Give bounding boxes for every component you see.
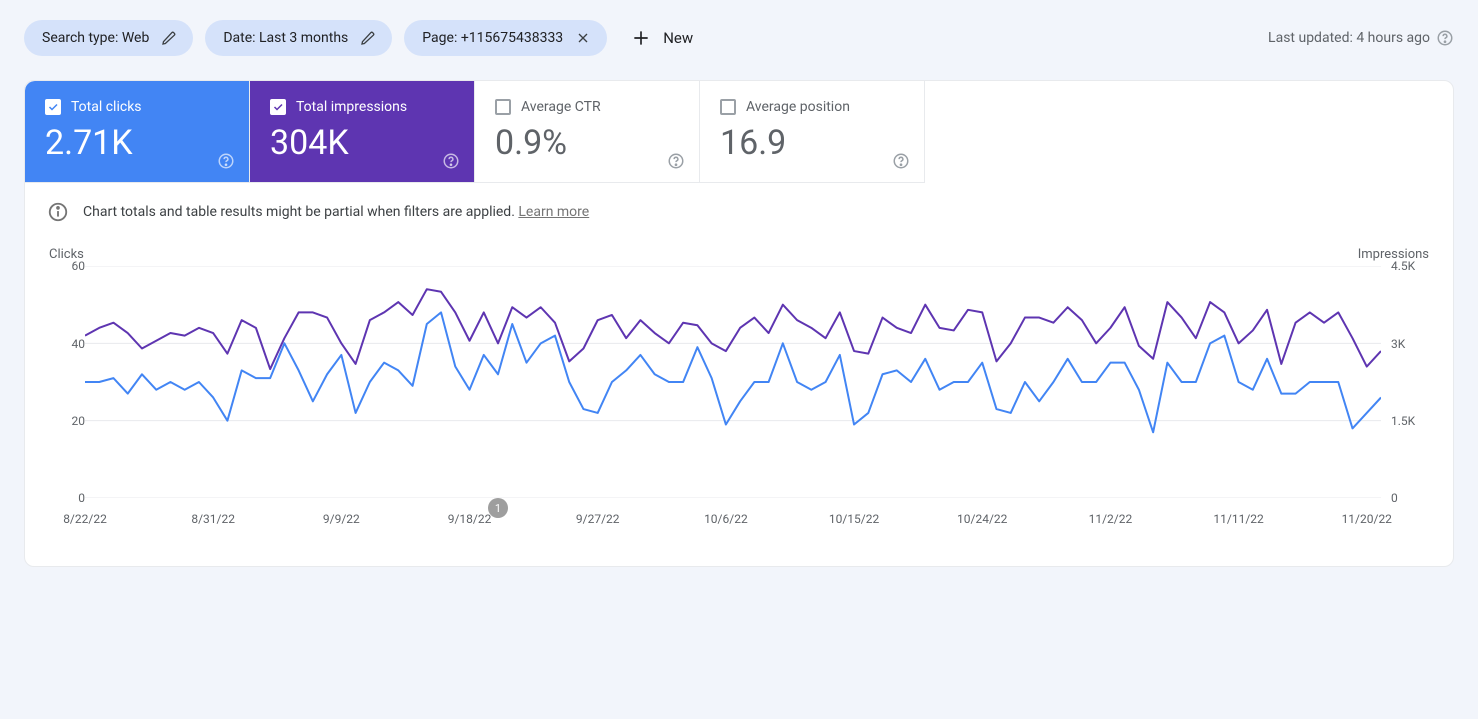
y-right-tick: 4.5K [1391,259,1439,273]
x-tick: 10/15/22 [829,512,879,526]
checkbox-checked-icon [45,99,61,115]
metric-row: Total clicks 2.71K Total impressions 304… [25,81,1453,183]
metric-clicks-value: 2.71K [45,125,229,162]
filter-search-type-label: Search type: Web [42,30,149,46]
y-left-tick: 0 [49,491,85,505]
checkbox-unchecked-icon [495,99,511,115]
chart: Clicks Impressions 6040200 4.5K3K1.5K0 8… [25,229,1453,566]
info-banner-message: Chart totals and table results might be … [83,204,518,220]
checkbox-unchecked-icon [720,99,736,115]
metric-impressions[interactable]: Total impressions 304K [250,81,475,183]
learn-more-link[interactable]: Learn more [518,204,589,220]
checkbox-checked-icon [270,99,286,115]
pencil-icon [358,28,378,48]
help-icon[interactable] [442,152,460,170]
metric-position-label: Average position [746,99,850,115]
x-axis: 8/22/228/31/229/9/229/18/229/27/2210/6/2… [85,498,1381,538]
help-icon[interactable] [667,152,685,170]
x-tick: 9/27/22 [576,512,620,526]
add-filter-button[interactable]: New [619,20,705,56]
close-icon[interactable] [573,28,593,48]
x-tick: 8/22/22 [63,512,107,526]
y-left-tick: 60 [49,259,85,273]
filter-page[interactable]: Page: +115675438333 [404,20,607,56]
plus-icon [631,28,651,48]
help-icon[interactable] [217,152,235,170]
filter-date[interactable]: Date: Last 3 months [205,20,392,56]
x-tick: 11/2/22 [1089,512,1133,526]
y-right-tick: 0 [1391,491,1439,505]
last-updated-text: Last updated: 4 hours ago [1268,30,1430,46]
filter-bar: Search type: Web Date: Last 3 months Pag… [0,0,1478,80]
plot-area[interactable] [85,266,1381,498]
x-tick: 8/31/22 [191,512,235,526]
x-tick: 11/20/22 [1342,512,1392,526]
info-banner-text: Chart totals and table results might be … [83,204,589,220]
last-updated: Last updated: 4 hours ago [1268,29,1454,47]
metric-ctr-value: 0.9% [495,125,679,162]
event-marker[interactable]: 1 [488,498,508,518]
x-tick: 9/18/22 [448,512,492,526]
metric-clicks[interactable]: Total clicks 2.71K [25,81,250,183]
info-icon [47,201,69,223]
help-icon[interactable] [1436,29,1454,47]
filter-date-label: Date: Last 3 months [223,30,348,46]
filter-search-type[interactable]: Search type: Web [24,20,193,56]
pencil-icon [159,28,179,48]
metric-impressions-label: Total impressions [296,99,407,115]
performance-card: Total clicks 2.71K Total impressions 304… [24,80,1454,567]
add-filter-label: New [663,29,693,47]
filter-page-label: Page: +115675438333 [422,30,563,46]
y-axis-right: 4.5K3K1.5K0 [1381,266,1429,498]
y-left-tick: 40 [49,337,85,351]
metric-impressions-value: 304K [270,125,454,162]
metric-clicks-label: Total clicks [71,99,142,115]
y-right-tick: 3K [1391,337,1439,351]
metric-ctr[interactable]: Average CTR 0.9% [475,81,700,183]
info-banner: Chart totals and table results might be … [25,183,1453,229]
metric-position[interactable]: Average position 16.9 [700,81,925,183]
x-tick: 11/11/22 [1213,512,1263,526]
metric-position-value: 16.9 [720,125,904,162]
x-tick: 10/24/22 [957,512,1007,526]
y-left-tick: 20 [49,414,85,428]
y-axis-left: 6040200 [49,266,85,498]
x-tick: 9/9/22 [323,512,360,526]
x-tick: 10/6/22 [704,512,748,526]
metric-ctr-label: Average CTR [521,99,601,115]
y-right-tick: 1.5K [1391,414,1439,428]
help-icon[interactable] [892,152,910,170]
